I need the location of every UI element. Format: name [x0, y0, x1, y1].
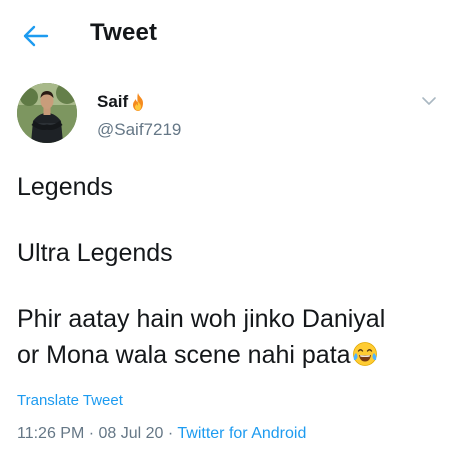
- author-name[interactable]: Saif: [97, 92, 147, 112]
- author-handle[interactable]: @Saif7219: [97, 120, 181, 140]
- top-bar: Tweet: [0, 0, 450, 70]
- tweet-date: 08 Jul 20: [98, 425, 164, 442]
- tweet-text-line: Phir aatay hain woh jinko Daniyal: [17, 305, 386, 333]
- page-title: Tweet: [90, 19, 158, 46]
- tweet-time: 11:26 PM: [17, 425, 85, 442]
- avatar[interactable]: [17, 83, 77, 143]
- more-options-button[interactable]: [418, 92, 440, 110]
- avatar-photo: [17, 83, 77, 143]
- tweet-source-link[interactable]: Twitter for Android: [177, 425, 306, 442]
- tweet-text-line: Ultra Legends: [17, 239, 173, 267]
- chevron-down-icon: [422, 97, 436, 105]
- tweet-text-line: Legends: [17, 173, 113, 201]
- tweet-text-line-last: or Mona wala scene nahi pata: [17, 340, 378, 370]
- tweet-text: or Mona wala scene nahi pata: [17, 341, 351, 369]
- arrow-left-icon: [23, 25, 49, 47]
- author-display-name: Saif: [97, 92, 129, 111]
- tweet-metadata: 11:26 PM · 08 Jul 20 · Twitter for Andro…: [17, 425, 306, 443]
- translate-tweet-link[interactable]: Translate Tweet: [17, 392, 123, 409]
- separator: ·: [163, 425, 178, 442]
- fire-icon: [133, 93, 144, 111]
- face-with-tears-of-joy-icon: [352, 342, 377, 366]
- separator: ·: [84, 425, 99, 442]
- back-button[interactable]: [18, 20, 54, 52]
